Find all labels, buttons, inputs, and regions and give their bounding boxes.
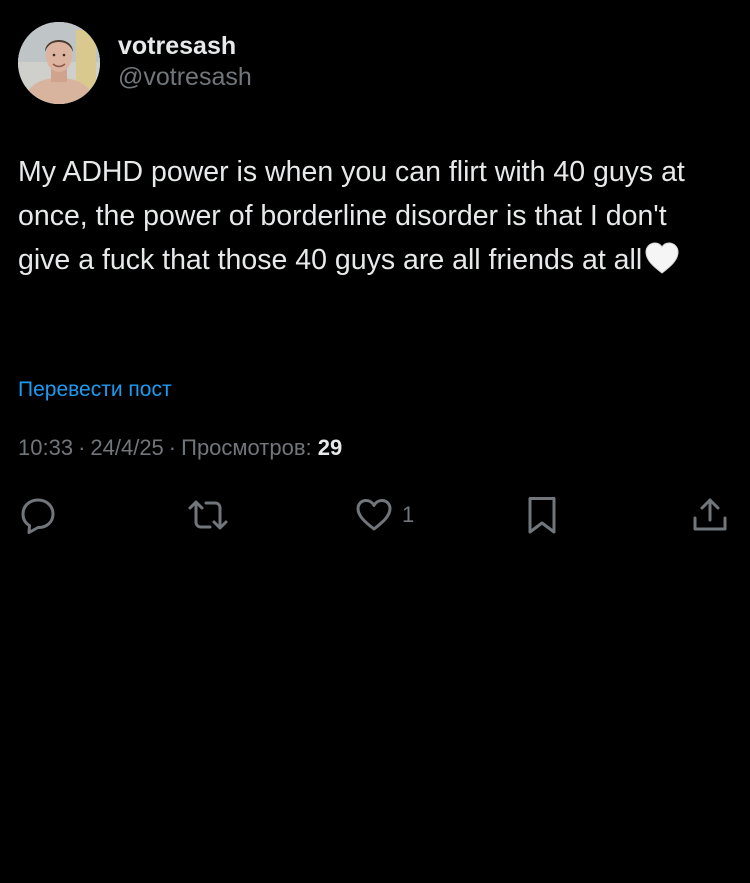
heart-outline-icon xyxy=(354,495,394,535)
retweet-button[interactable] xyxy=(186,493,230,537)
meta-separator: · xyxy=(168,435,177,460)
views-count[interactable]: 29 xyxy=(318,435,342,460)
views-label: Просмотров: xyxy=(181,435,312,460)
user-handle[interactable]: @votresash xyxy=(118,62,252,93)
like-count: 1 xyxy=(402,502,415,527)
share-button[interactable] xyxy=(690,493,730,537)
tweet-time[interactable]: 10:33 xyxy=(18,435,73,460)
tweet-date[interactable]: 24/4/25 xyxy=(90,435,163,460)
reply-button[interactable] xyxy=(18,493,58,537)
meta-separator: · xyxy=(78,435,86,460)
tweet-header: votresash @votresash xyxy=(18,22,252,104)
user-names: votresash @votresash xyxy=(118,31,252,93)
speech-bubble-icon xyxy=(18,495,58,535)
display-name[interactable]: votresash xyxy=(118,31,252,62)
white-heart-icon xyxy=(644,241,680,288)
like-button[interactable]: 1 xyxy=(354,493,414,537)
share-upload-icon xyxy=(690,495,730,535)
avatar[interactable] xyxy=(18,22,100,104)
bookmark-icon xyxy=(522,495,562,535)
retweet-arrows-icon xyxy=(186,495,230,535)
tweet-body: My ADHD power is when you can flirt with… xyxy=(18,150,718,288)
translate-post-link[interactable]: Перевести пост xyxy=(18,376,172,404)
tweet-meta: 10:33 · 24/4/25 · Просмотров: 29 xyxy=(18,433,342,463)
bookmark-button[interactable] xyxy=(522,493,562,537)
action-bar: 1 xyxy=(0,493,750,537)
tweet-text: My ADHD power is when you can flirt with… xyxy=(18,156,693,276)
